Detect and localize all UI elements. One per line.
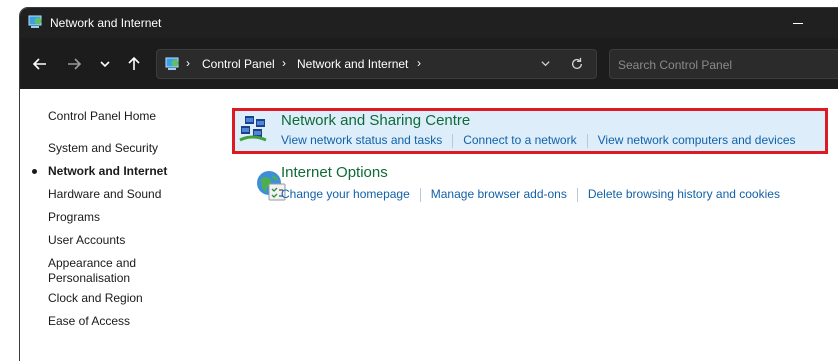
control-panel-icon [28, 14, 44, 30]
breadcrumb-separator: › [282, 56, 286, 70]
chevron-down-icon [100, 61, 110, 68]
navigation-bar: › Control Panel › Network and Internet › [20, 38, 838, 89]
title-bar: Network and Internet [20, 8, 838, 38]
up-button[interactable] [122, 52, 146, 76]
link-divider [586, 133, 588, 148]
sidebar-item-hardware-and-sound[interactable]: Hardware and Sound [48, 187, 161, 202]
link-view-network-status[interactable]: View network status and tasks [281, 133, 442, 147]
link-divider [452, 133, 454, 148]
arrow-up-icon [128, 56, 140, 70]
sidebar-control-panel-home[interactable]: Control Panel Home [48, 109, 156, 124]
address-bar[interactable]: › Control Panel › Network and Internet › [156, 49, 597, 79]
link-delete-browsing-history[interactable]: Delete browsing history and cookies [588, 187, 780, 201]
window-title: Network and Internet [50, 16, 162, 30]
active-bullet [32, 169, 37, 174]
recent-locations-button[interactable] [93, 52, 117, 76]
link-manage-add-ons[interactable]: Manage browser add-ons [431, 187, 567, 201]
control-panel-window: Network and Internet › Control Panel › N… [20, 8, 838, 361]
sidebar-item-system-and-security[interactable]: System and Security [48, 141, 158, 156]
sidebar-item-network-and-internet: Network and Internet [32, 164, 168, 179]
category-links: Change your homepage Manage browser add-o… [281, 187, 780, 202]
refresh-icon [571, 57, 583, 69]
category-network-and-sharing-centre: Network and Sharing Centre View network … [232, 108, 828, 154]
arrow-right-icon [68, 58, 82, 70]
back-button[interactable] [28, 52, 52, 76]
control-panel-icon [165, 56, 181, 72]
search-box[interactable] [609, 49, 838, 80]
network-sharing-icon[interactable] [237, 113, 271, 147]
link-change-homepage[interactable]: Change your homepage [281, 187, 410, 201]
sidebar-item-programs[interactable]: Programs [48, 210, 100, 225]
sidebar-item-user-accounts[interactable]: User Accounts [48, 233, 125, 248]
category-links: View network status and tasks Connect to … [281, 133, 796, 148]
category-internet-options: Internet Options Change your homepage Man… [232, 164, 828, 204]
minimize-button[interactable] [793, 12, 805, 34]
sidebar-item-label: Network and Internet [48, 164, 168, 178]
category-title[interactable]: Network and Sharing Centre [281, 112, 470, 129]
link-divider [419, 187, 421, 202]
sidebar-item-ease-of-access[interactable]: Ease of Access [48, 314, 130, 329]
link-connect-to-network[interactable]: Connect to a network [463, 133, 576, 147]
forward-button[interactable] [62, 52, 86, 76]
category-title[interactable]: Internet Options [281, 164, 388, 181]
link-divider [576, 187, 578, 202]
breadcrumb-control-panel[interactable]: Control Panel [202, 57, 275, 71]
chevron-down-icon [540, 61, 550, 67]
breadcrumb-separator: › [417, 56, 421, 70]
sidebar-item-clock-and-region[interactable]: Clock and Region [48, 291, 143, 306]
search-input[interactable] [610, 50, 838, 80]
arrow-left-icon [32, 58, 46, 70]
link-view-network-computers[interactable]: View network computers and devices [598, 133, 796, 147]
refresh-button[interactable] [567, 54, 587, 74]
address-dropdown-button[interactable] [535, 54, 555, 74]
breadcrumb-network-and-internet[interactable]: Network and Internet [297, 57, 408, 71]
breadcrumb-separator: › [186, 56, 190, 70]
sidebar-item-appearance-and-personalisation[interactable]: Appearance and Personalisation [48, 256, 148, 286]
